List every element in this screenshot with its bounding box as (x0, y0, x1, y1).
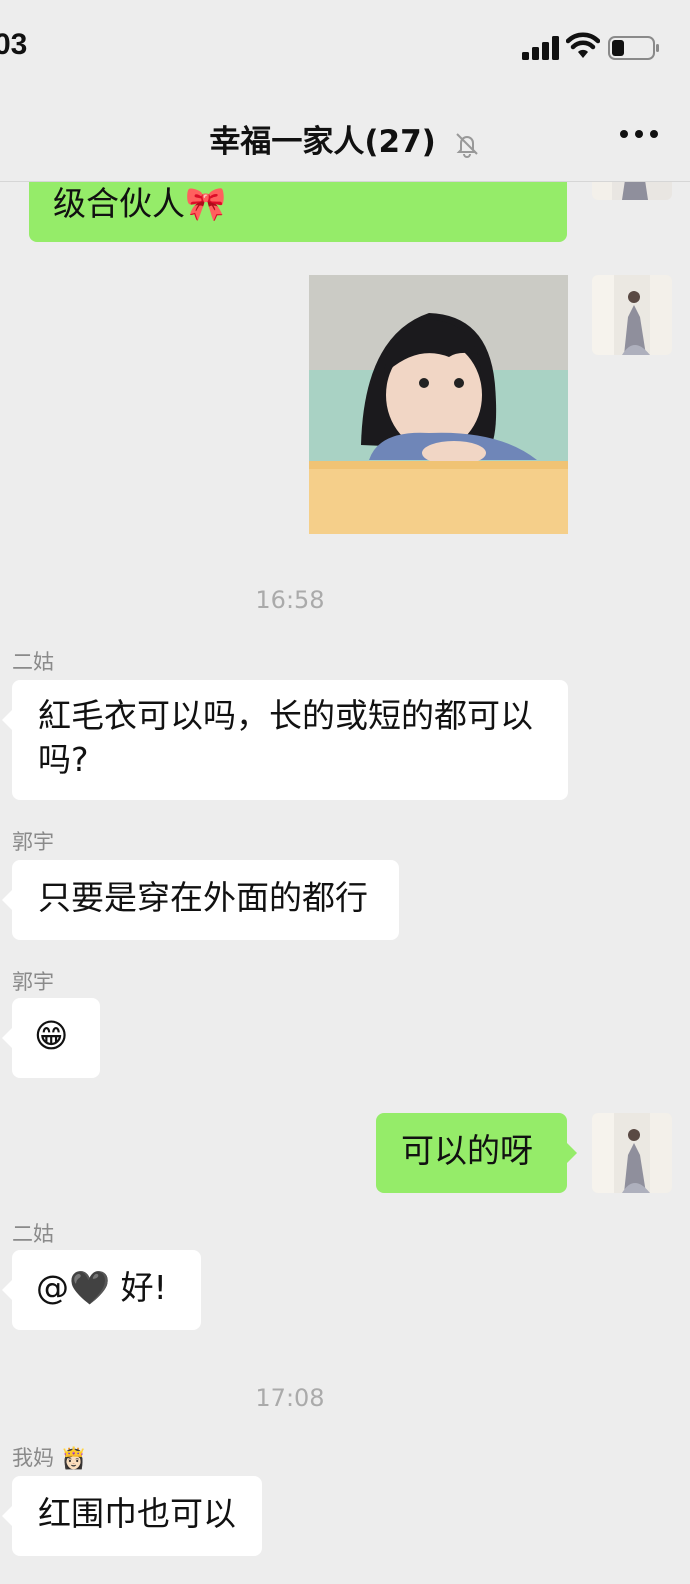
message-bubble-other[interactable]: 紅毛衣可以吗，长的或短的都可以吗? (2, 680, 568, 800)
message-bubble-other[interactable]: 红围巾也可以 (2, 1476, 262, 1556)
timestamp: 16:58 (255, 586, 325, 614)
chat-title: 幸福一家人(27) (0, 116, 690, 161)
timestamp: 17:08 (255, 1384, 325, 1412)
battery-icon (608, 36, 659, 60)
princess-emoji: 👸🏻 (60, 1446, 87, 1470)
signal-icon (522, 36, 559, 60)
status-bar: 03 (0, 0, 690, 90)
more-icon[interactable] (620, 130, 660, 142)
message-text: 只要是穿在外面的都行 (38, 878, 368, 917)
message-text: 紅毛衣可以吗，长的或短的都可以吗? (38, 696, 533, 779)
chat-title-text: 幸福一家人(27) (209, 124, 436, 160)
message-bubble-other[interactable]: 😁 (2, 998, 100, 1078)
self-avatar[interactable] (592, 275, 672, 355)
status-time: 03 (0, 28, 28, 61)
mute-bell-icon (455, 132, 478, 158)
bow-emoji: 🎀 (185, 184, 227, 223)
message-text: @🖤 好! (36, 1268, 167, 1307)
grin-emoji: 😁 (34, 1016, 69, 1055)
sender-name: 我妈 👸🏻 (12, 1442, 87, 1472)
sender-name: 郭宇 (12, 830, 54, 854)
message-text: 级合伙人 (53, 184, 185, 223)
sender-name: 郭宇 (12, 970, 54, 994)
message-text: 可以的呀 (401, 1131, 533, 1170)
chat-header: 幸福一家人(27) (0, 90, 690, 182)
message-text: 红围巾也可以 (38, 1494, 236, 1533)
message-bubble-other[interactable]: 只要是穿在外面的都行 (2, 860, 399, 940)
sender-name: 二姑 (12, 1222, 54, 1246)
self-avatar[interactable] (592, 1113, 672, 1193)
sender-name-text: 我妈 (12, 1446, 54, 1470)
wifi-icon (566, 32, 600, 58)
message-bubble-self[interactable]: 可以的呀 (376, 1113, 577, 1193)
message-bubble-other[interactable]: @🖤 好! (2, 1250, 201, 1330)
photo-message[interactable] (309, 275, 568, 534)
sender-name: 二姑 (12, 650, 54, 674)
